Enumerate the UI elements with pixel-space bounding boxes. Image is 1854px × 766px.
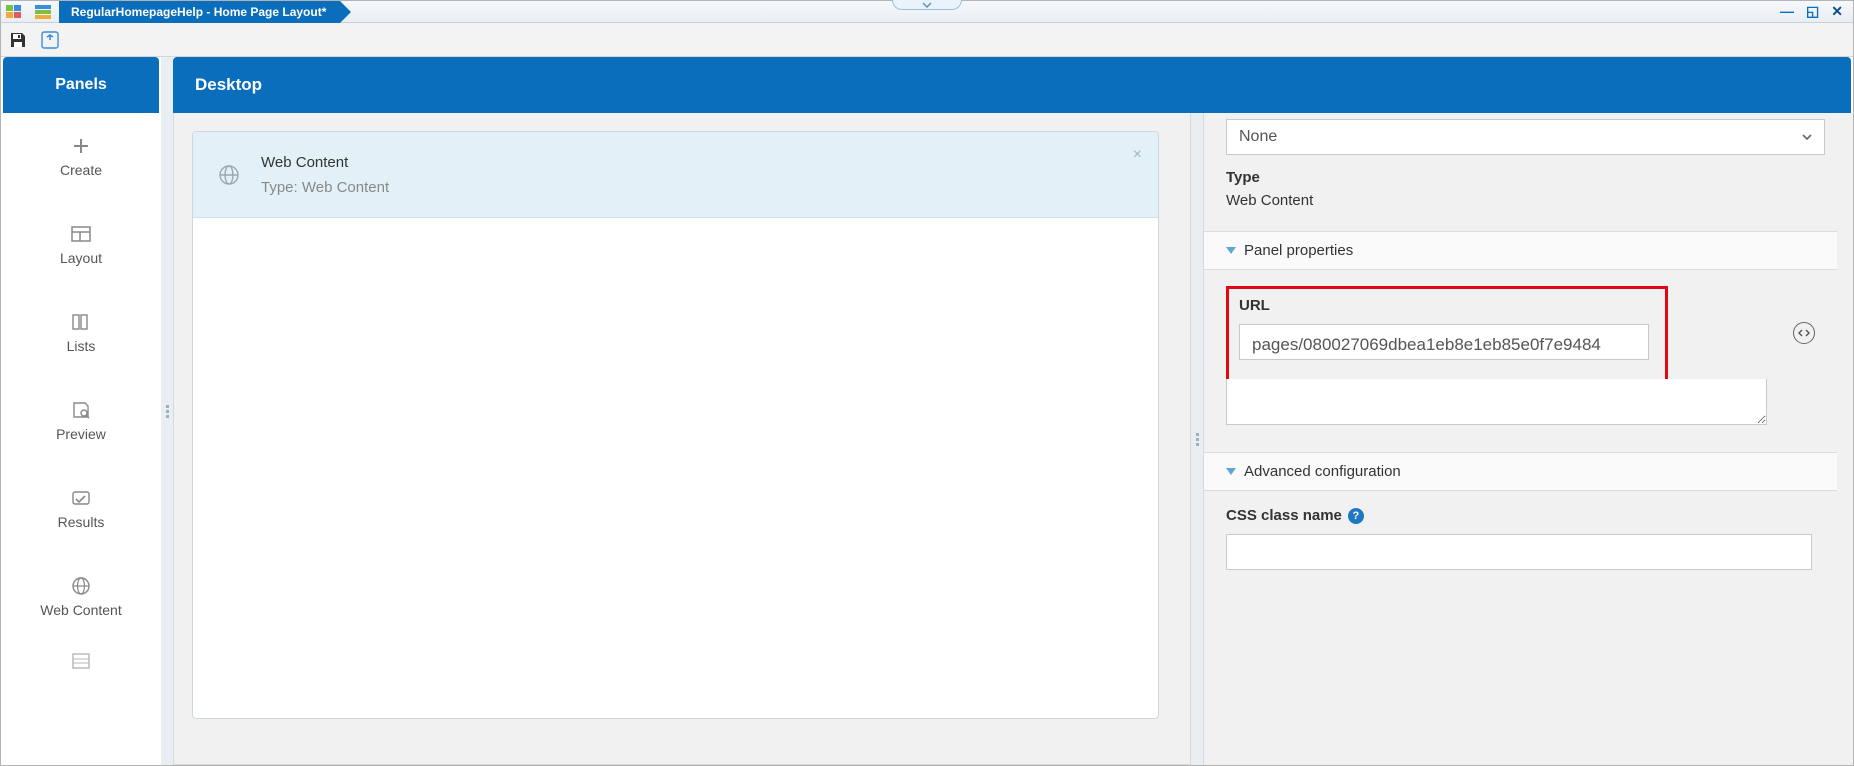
- minimize-button[interactable]: —: [1780, 3, 1794, 20]
- css-class-input[interactable]: [1226, 534, 1812, 570]
- icon-select-value: None: [1239, 128, 1277, 146]
- save-button[interactable]: [7, 29, 29, 51]
- widget-web-content[interactable]: Web Content Type: Web Content ×: [192, 131, 1159, 719]
- type-label: Type: [1226, 169, 1825, 186]
- document-tab[interactable]: RegularHomepageHelp - Home Page Layout*: [59, 1, 340, 23]
- widget-header: Web Content Type: Web Content ×: [193, 132, 1158, 218]
- panel-item-label: Results: [58, 514, 105, 530]
- panel-item-preview[interactable]: Preview: [3, 377, 159, 465]
- panels-header: Panels: [3, 57, 159, 113]
- panel-item-create[interactable]: Create: [3, 113, 159, 201]
- url-input-full[interactable]: [1226, 379, 1767, 425]
- section-panel-properties[interactable]: Panel properties: [1204, 231, 1837, 270]
- section-advanced-configuration[interactable]: Advanced configuration: [1204, 452, 1837, 491]
- app-window: RegularHomepageHelp - Home Page Layout* …: [0, 0, 1854, 766]
- globe-icon: [215, 161, 243, 189]
- extra-icon: [70, 651, 92, 671]
- titlebar: RegularHomepageHelp - Home Page Layout* …: [1, 1, 1853, 23]
- code-helper-button[interactable]: [1793, 322, 1815, 344]
- plus-icon: [70, 136, 92, 156]
- panel-item-label: Preview: [56, 426, 106, 442]
- widget-titles: Web Content Type: Web Content: [261, 154, 389, 196]
- main-column: Desktop Web Content Type: Web Content: [173, 57, 1853, 765]
- app-secondary-icon[interactable]: [33, 4, 53, 20]
- widget-title: Web Content: [261, 154, 389, 171]
- panels-list: Create Layout Lists Preview Results: [3, 113, 159, 765]
- document-tab-title: RegularHomepageHelp - Home Page Layout*: [71, 5, 326, 19]
- section-title: Panel properties: [1244, 242, 1353, 259]
- panel-item-results[interactable]: Results: [3, 465, 159, 553]
- widget-subtitle: Type: Web Content: [261, 179, 389, 196]
- css-class-label: CSS class name ?: [1226, 507, 1815, 524]
- section-title: Advanced configuration: [1244, 463, 1401, 480]
- layout-icon: [70, 224, 92, 244]
- preview-icon: [70, 400, 92, 420]
- workspace: Panels Create Layout Lists Preview: [1, 57, 1853, 765]
- panel-item-label: Lists: [67, 338, 96, 354]
- advanced-body: CSS class name ?: [1204, 491, 1837, 594]
- url-label: URL: [1239, 297, 1655, 314]
- titlebar-center-grip[interactable]: [892, 0, 962, 10]
- toolbar: [1, 23, 1853, 57]
- collapse-icon: [1226, 468, 1236, 475]
- close-button[interactable]: ✕: [1831, 3, 1843, 20]
- properties-scroll: None Type Web Content Panel properties: [1204, 113, 1853, 765]
- help-icon[interactable]: ?: [1348, 508, 1364, 524]
- main-body: Web Content Type: Web Content × None: [173, 113, 1853, 765]
- app-menu-icon[interactable]: [4, 4, 24, 20]
- window-controls: — ◱ ✕: [1780, 3, 1853, 20]
- panel-item-lists[interactable]: Lists: [3, 289, 159, 377]
- chevron-down-icon: [1800, 130, 1814, 149]
- main-header: Desktop: [173, 57, 1851, 113]
- maximize-button[interactable]: ◱: [1806, 3, 1819, 20]
- panel-item-layout[interactable]: Layout: [3, 201, 159, 289]
- widget-close-button[interactable]: ×: [1133, 146, 1142, 164]
- collapse-icon: [1226, 247, 1236, 254]
- results-icon: [70, 488, 92, 508]
- panel-item-webcontent[interactable]: Web Content: [3, 553, 159, 641]
- panels-sidebar: Panels Create Layout Lists Preview: [1, 57, 161, 765]
- url-input[interactable]: [1239, 324, 1649, 360]
- panel-item-label: Layout: [60, 250, 102, 266]
- lists-icon: [70, 312, 92, 332]
- refresh-button[interactable]: [39, 29, 61, 51]
- type-value: Web Content: [1226, 192, 1825, 209]
- icon-select[interactable]: None: [1226, 119, 1825, 155]
- canvas: Web Content Type: Web Content ×: [173, 113, 1191, 765]
- splitter-right[interactable]: [1191, 113, 1203, 765]
- panel-item-label: Create: [60, 162, 102, 178]
- splitter-left[interactable]: [161, 57, 173, 765]
- panel-item-extra[interactable]: [3, 641, 159, 681]
- panel-item-label: Web Content: [40, 602, 121, 618]
- globe-icon: [70, 576, 92, 596]
- panel-properties-body: URL: [1204, 270, 1837, 452]
- url-highlight-box: URL: [1226, 286, 1668, 382]
- properties-panel: None Type Web Content Panel properties: [1203, 113, 1853, 765]
